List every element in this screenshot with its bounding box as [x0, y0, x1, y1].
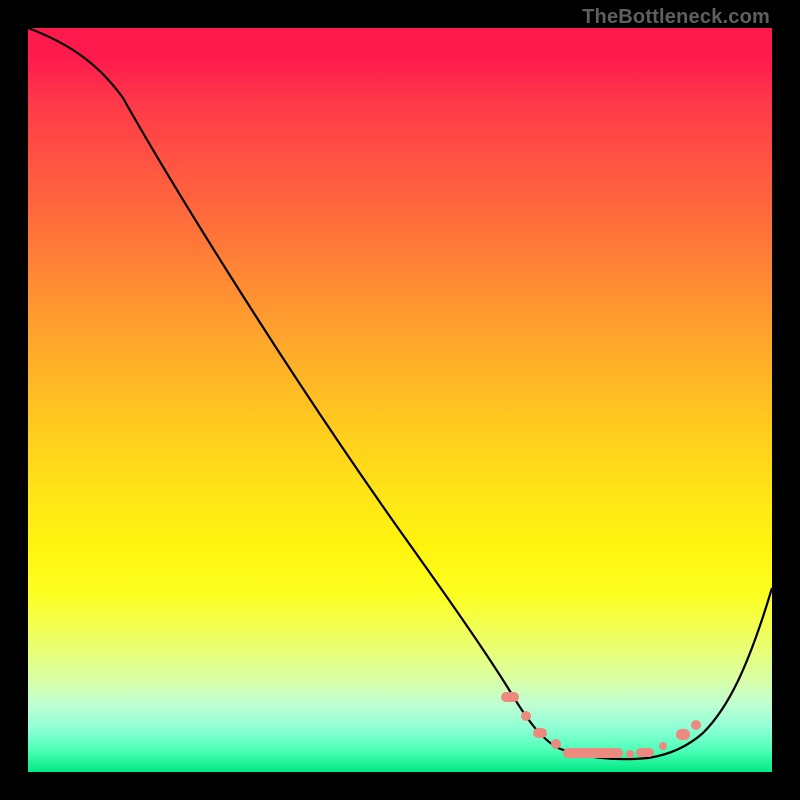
marker-pill [563, 748, 623, 758]
chart-frame: TheBottleneck.com [0, 0, 800, 800]
marker-pill [676, 729, 690, 740]
attribution-label: TheBottleneck.com [582, 6, 770, 29]
marker-dot [659, 742, 667, 750]
marker-dot [626, 750, 634, 758]
marker-pill [533, 728, 547, 738]
bottleneck-curve [28, 28, 772, 759]
marker-dot [551, 739, 561, 749]
marker-dot [691, 720, 701, 730]
marker-pill [636, 748, 654, 757]
marker-dot [521, 711, 531, 721]
optimal-zone-markers [501, 692, 701, 758]
chart-svg [28, 28, 772, 772]
marker-pill [501, 692, 519, 702]
